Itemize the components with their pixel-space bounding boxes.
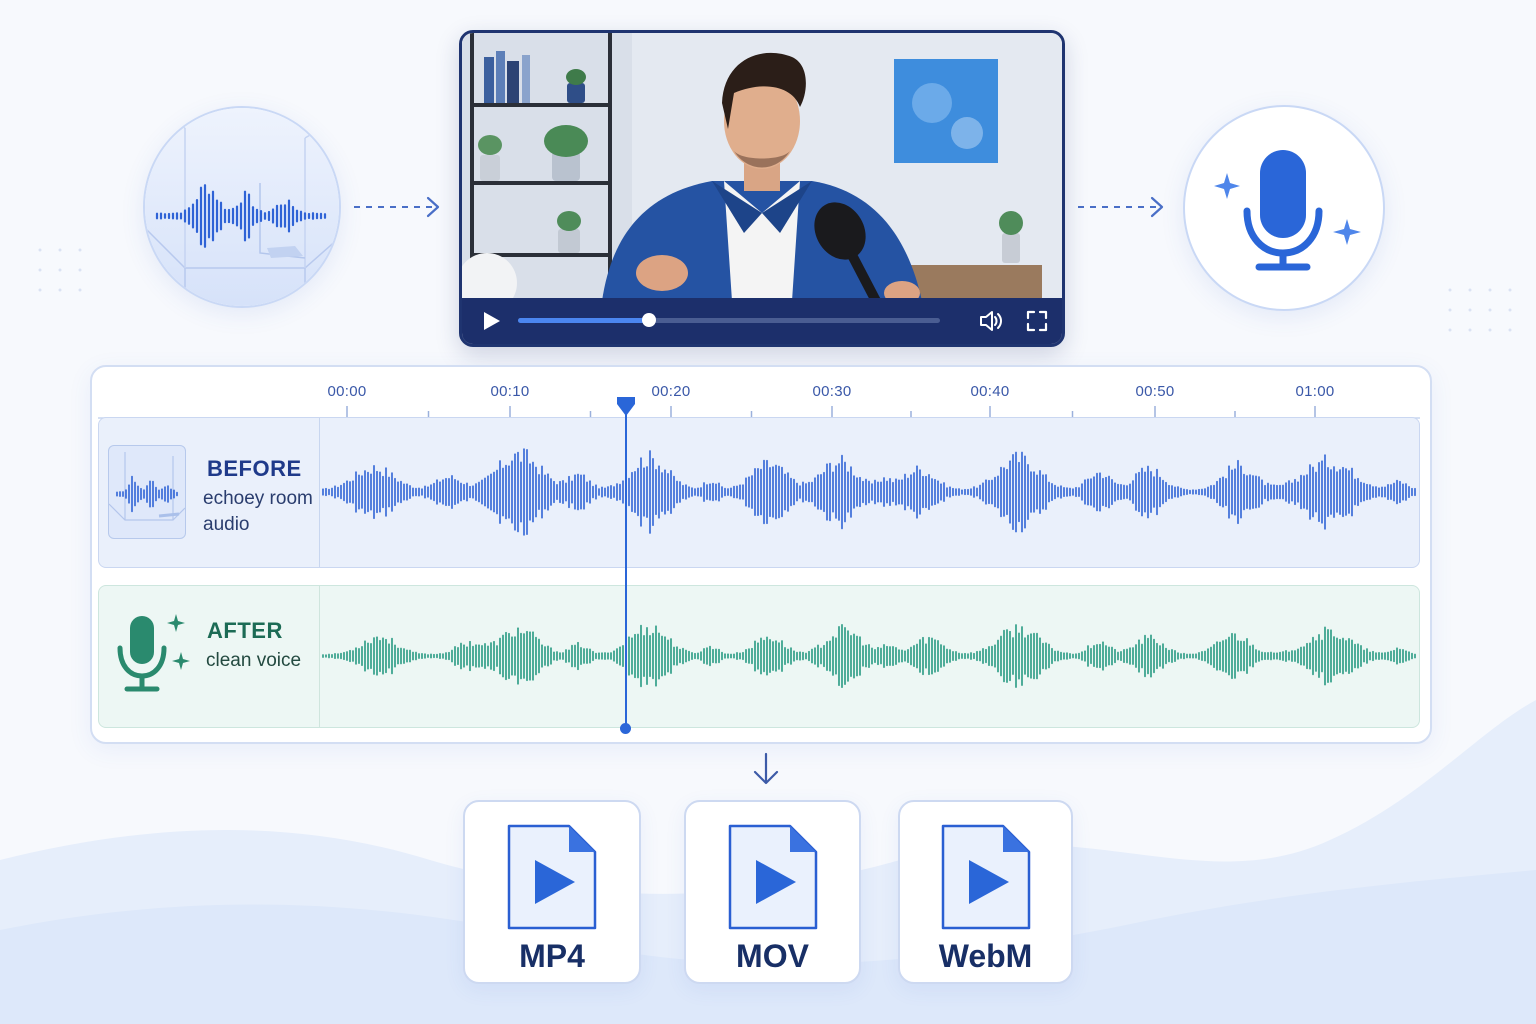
ruler-label: 00:10: [490, 383, 530, 400]
ruler-label: 00:00: [327, 383, 367, 400]
seek-bar[interactable]: [518, 313, 940, 327]
video-player[interactable]: [459, 30, 1065, 347]
arrow-room-to-video: [354, 196, 440, 218]
volume-icon[interactable]: [978, 309, 1004, 333]
export-card-webm[interactable]: WebM: [898, 800, 1073, 984]
ruler-label: 01:00: [1295, 383, 1335, 400]
ruler-label: 00:50: [1135, 383, 1175, 400]
echo-room-waveform-icon: [109, 452, 185, 521]
sparkle-microphone-icon: [1214, 150, 1361, 271]
after-track[interactable]: AFTER clean voice: [98, 585, 1420, 728]
export-format-label: MP4: [519, 938, 585, 974]
play-icon[interactable]: [480, 310, 502, 332]
export-card-mov[interactable]: MOV: [684, 800, 861, 984]
seek-bar-handle[interactable]: [641, 313, 656, 327]
playhead-end-dot: [620, 723, 631, 734]
video-file-play-icon: [941, 824, 1030, 930]
before-track-title: BEFORE: [207, 456, 302, 481]
ruler-label: 00:40: [970, 383, 1010, 400]
before-track-subtitle: echoey room audio: [203, 488, 313, 535]
video-frame-podcaster: [462, 33, 1062, 301]
clean-voice-circle: [1183, 105, 1385, 311]
export-card-mp4[interactable]: MP4: [463, 800, 641, 984]
export-format-label: MOV: [736, 938, 809, 974]
player-controls-bar: [462, 298, 1062, 344]
arrow-video-to-voice: [1078, 196, 1164, 218]
after-track-header: AFTER clean voice: [99, 586, 320, 727]
video-file-play-icon: [728, 824, 817, 930]
before-waveform: [322, 448, 1416, 536]
export-format-label: WebM: [938, 938, 1033, 974]
fullscreen-icon[interactable]: [1026, 310, 1048, 332]
after-track-subtitle: clean voice: [206, 650, 302, 671]
echo-room-waveform-icon: [145, 108, 339, 306]
video-file-play-icon: [507, 824, 597, 930]
clean-microphone-icon: [117, 614, 190, 692]
seek-bar-progress: [518, 318, 649, 323]
echo-room-circle: [143, 106, 341, 308]
playhead-line[interactable]: [625, 412, 627, 728]
arrow-down-to-exports: [753, 752, 779, 785]
echo-room-thumbnail: [108, 445, 186, 539]
before-track[interactable]: BEFORE echoey room audio: [98, 417, 1420, 568]
ruler-label: 00:20: [651, 383, 691, 400]
after-waveform: [322, 623, 1416, 689]
ruler-label: 00:30: [812, 383, 852, 400]
before-track-header: BEFORE echoey room audio: [99, 418, 320, 567]
after-track-title: AFTER: [207, 618, 283, 643]
